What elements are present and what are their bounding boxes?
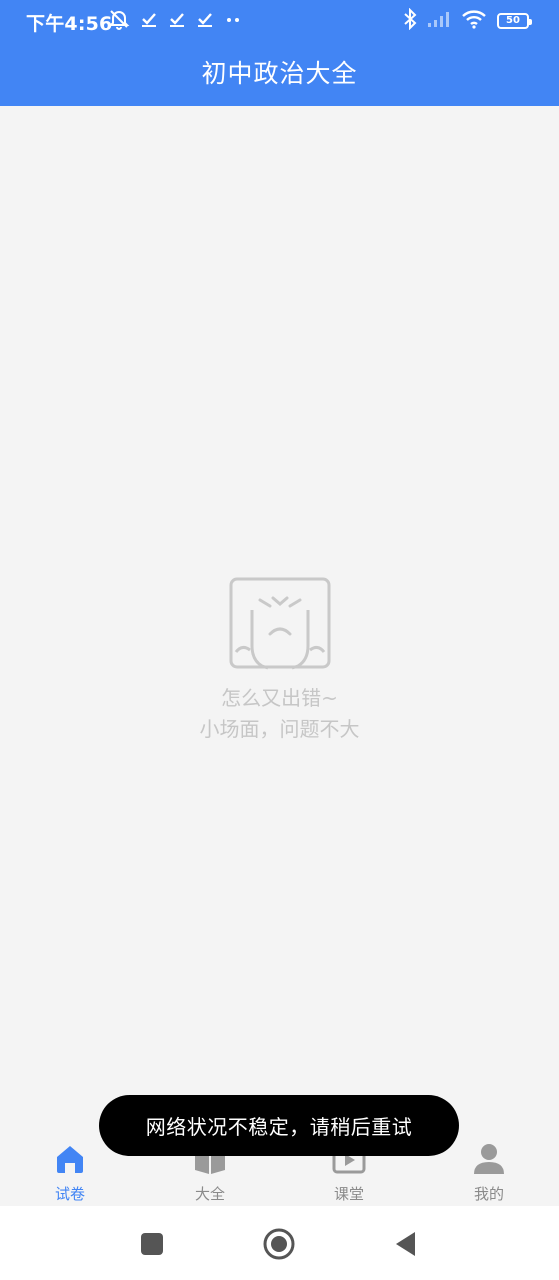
error-message-title: 怎么又出错~ xyxy=(221,686,338,710)
page-title: 初中政治大全 xyxy=(201,59,358,88)
more-dots-icon xyxy=(224,10,242,32)
app-screen: 下午4:56 50 初中政治大全 怎么又出错~ 小场面，问题不大 试卷 大全 课… xyxy=(0,0,559,1280)
tab-label: 我的 xyxy=(473,1185,504,1203)
square-icon xyxy=(141,1233,163,1255)
muted-alarm-icon xyxy=(108,8,130,34)
battery-level: 50 xyxy=(506,15,520,26)
recents-button[interactable] xyxy=(134,1226,170,1262)
check-icon xyxy=(140,10,158,32)
toast-text: 网络状况不稳定，请稍后重试 xyxy=(145,1115,413,1139)
check-icon xyxy=(196,10,214,32)
circle-icon xyxy=(263,1228,295,1260)
tab-label: 试卷 xyxy=(54,1185,85,1203)
back-button[interactable] xyxy=(388,1226,424,1262)
status-system-icons: 50 xyxy=(403,7,532,34)
status-notification-icons xyxy=(108,10,242,32)
system-nav-bar xyxy=(0,1206,559,1280)
tab-label: 大全 xyxy=(194,1185,225,1203)
bluetooth-icon xyxy=(403,7,417,34)
tab-label: 课堂 xyxy=(333,1185,364,1203)
error-message-subtitle: 小场面，问题不大 xyxy=(199,717,360,741)
wifi-icon xyxy=(461,9,487,33)
crying-face-icon xyxy=(0,576,559,676)
back-triangle-icon xyxy=(396,1232,415,1256)
battery-icon: 50 xyxy=(497,13,532,29)
status-time: 下午4:56 xyxy=(26,13,113,35)
toast-message: 网络状况不稳定，请稍后重试 xyxy=(99,1095,459,1156)
status-bar: 下午4:56 50 xyxy=(0,0,559,42)
home-icon xyxy=(53,1142,87,1180)
error-state: 怎么又出错~ 小场面，问题不大 xyxy=(0,576,559,745)
signal-icon xyxy=(427,10,451,32)
top-bar: 下午4:56 50 初中政治大全 xyxy=(0,0,559,106)
home-button[interactable] xyxy=(261,1226,297,1262)
user-icon xyxy=(472,1142,506,1180)
check-icon xyxy=(168,10,186,32)
